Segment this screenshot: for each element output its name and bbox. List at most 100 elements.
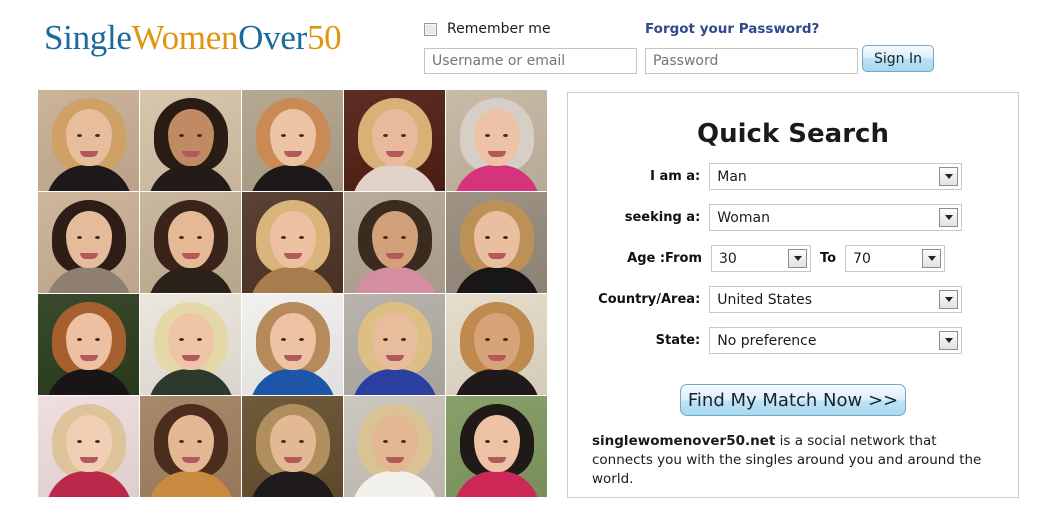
member-photo[interactable] xyxy=(140,192,241,293)
password-input[interactable] xyxy=(645,48,858,74)
remember-me-checkbox[interactable] xyxy=(424,22,437,36)
photo-face xyxy=(473,415,520,473)
site-description: singlewomenover50.net is a social networ… xyxy=(592,432,994,489)
select-value-age-to: 70 xyxy=(853,250,871,267)
field-row-age: Age :From 30 To 70 xyxy=(568,245,1018,272)
member-photo[interactable] xyxy=(446,192,547,293)
select-age-to[interactable]: 70 xyxy=(845,245,946,272)
photo-mouth xyxy=(487,252,506,259)
photo-face xyxy=(473,313,520,371)
member-photo[interactable] xyxy=(140,294,241,395)
chevron-down-icon[interactable] xyxy=(939,290,958,309)
select-seeking-a[interactable]: Woman xyxy=(709,204,962,231)
member-photo[interactable] xyxy=(446,396,547,497)
member-photo[interactable] xyxy=(242,192,343,293)
photo-face xyxy=(473,109,520,167)
remember-me-row: Remember me xyxy=(424,21,551,37)
photo-mouth xyxy=(283,354,302,361)
select-value-age-from: 30 xyxy=(719,250,737,267)
select-state[interactable]: No preference xyxy=(709,327,962,354)
member-photo[interactable] xyxy=(344,90,445,191)
chevron-down-icon[interactable] xyxy=(922,249,942,268)
select-country-area[interactable]: United States xyxy=(709,286,962,313)
label-country-area: Country/Area: xyxy=(598,292,701,307)
photo-mouth xyxy=(283,252,302,259)
logo-part-50: 50 xyxy=(306,18,342,57)
photo-mouth xyxy=(79,150,98,157)
site-header: SingleWomenOver50 Remember me Forgot you… xyxy=(0,0,1044,88)
photo-mouth xyxy=(283,150,302,157)
photo-mouth xyxy=(487,456,506,463)
label-seeking-a: seeking a: xyxy=(624,210,701,225)
member-photo[interactable] xyxy=(38,396,139,497)
field-row-state: State: No preference xyxy=(568,327,1018,354)
find-my-match-button[interactable]: Find My Match Now >> xyxy=(680,384,906,416)
member-photo[interactable] xyxy=(38,294,139,395)
photo-face xyxy=(167,211,214,269)
username-input[interactable] xyxy=(424,48,637,74)
photo-face xyxy=(269,109,316,167)
member-photo[interactable] xyxy=(242,90,343,191)
select-value-country-area: United States xyxy=(717,291,813,308)
label-i-am-a: I am a: xyxy=(650,169,701,184)
photo-face xyxy=(473,211,520,269)
photo-face xyxy=(269,415,316,473)
member-photo[interactable] xyxy=(38,90,139,191)
logo-part-women: Women xyxy=(131,18,239,57)
sign-in-button[interactable]: Sign In xyxy=(862,45,934,72)
photo-mouth xyxy=(385,354,404,361)
chevron-down-icon[interactable] xyxy=(939,331,958,350)
photo-face xyxy=(65,313,112,371)
member-photo[interactable] xyxy=(344,192,445,293)
logo-part-single: Single xyxy=(44,18,132,57)
field-row-i-am-a: I am a: Man xyxy=(568,163,1018,190)
select-age-from[interactable]: 30 xyxy=(711,245,811,272)
photo-mouth xyxy=(487,354,506,361)
photo-face xyxy=(269,211,316,269)
member-photo[interactable] xyxy=(242,294,343,395)
member-photo[interactable] xyxy=(242,396,343,497)
member-photo[interactable] xyxy=(344,396,445,497)
label-age-to: To xyxy=(820,251,837,266)
photo-mouth xyxy=(487,150,506,157)
member-photo[interactable] xyxy=(446,90,547,191)
label-state: State: xyxy=(655,333,701,348)
photo-face xyxy=(371,211,418,269)
member-photo-grid xyxy=(38,90,547,502)
remember-me-label: Remember me xyxy=(447,21,551,37)
label-age-from: Age :From xyxy=(627,251,702,266)
photo-face xyxy=(65,415,112,473)
photo-face xyxy=(269,313,316,371)
logo-part-over: Over xyxy=(238,18,307,57)
photo-face xyxy=(65,211,112,269)
member-photo[interactable] xyxy=(38,192,139,293)
site-description-domain: singlewomenover50.net xyxy=(592,433,776,449)
chevron-down-icon[interactable] xyxy=(939,167,958,186)
photo-face xyxy=(167,415,214,473)
site-logo[interactable]: SingleWomenOver50 xyxy=(44,18,342,58)
photo-mouth xyxy=(181,354,200,361)
select-value-i-am-a: Man xyxy=(717,168,747,185)
member-photo[interactable] xyxy=(140,396,241,497)
photo-face xyxy=(371,109,418,167)
select-i-am-a[interactable]: Man xyxy=(709,163,962,190)
photo-mouth xyxy=(181,456,200,463)
photo-mouth xyxy=(79,252,98,259)
select-value-seeking-a: Woman xyxy=(717,209,770,226)
field-row-country-area: Country/Area: United States xyxy=(568,286,1018,313)
photo-mouth xyxy=(181,252,200,259)
photo-face xyxy=(371,313,418,371)
photo-face xyxy=(65,109,112,167)
photo-mouth xyxy=(385,150,404,157)
member-photo[interactable] xyxy=(344,294,445,395)
select-value-state: No preference xyxy=(717,332,817,349)
photo-face xyxy=(167,313,214,371)
chevron-down-icon[interactable] xyxy=(939,208,958,227)
chevron-down-icon[interactable] xyxy=(788,249,807,268)
photo-face xyxy=(167,109,214,167)
member-photo[interactable] xyxy=(446,294,547,395)
photo-face xyxy=(371,415,418,473)
member-photo[interactable] xyxy=(140,90,241,191)
photo-mouth xyxy=(181,150,200,157)
forgot-password-link[interactable]: Forgot your Password? xyxy=(645,21,819,37)
